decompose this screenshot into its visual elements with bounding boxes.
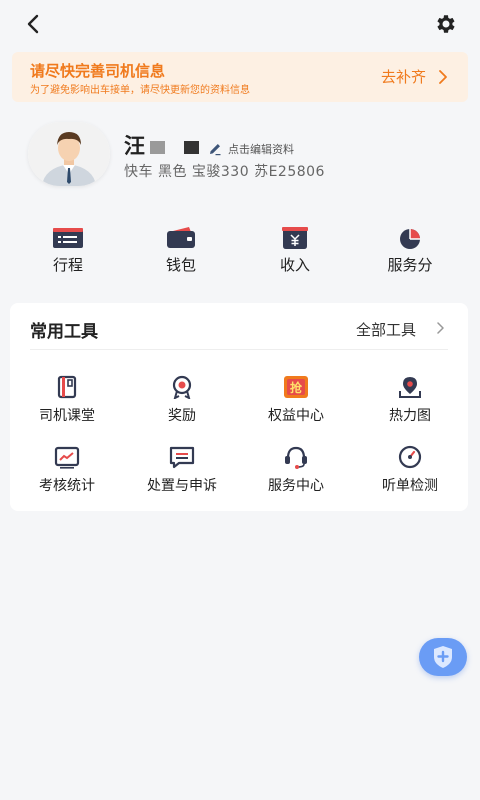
quick-action-label: 行程 (52, 256, 83, 274)
top-bar (0, 0, 480, 48)
quick-action-trips[interactable]: 行程 (28, 226, 108, 276)
shield-plus-icon (434, 646, 452, 668)
wallet-icon (167, 227, 195, 248)
tool-benefits-center[interactable]: 抢 权益中心 (241, 375, 351, 433)
tool-label: 权益中心 (268, 408, 324, 424)
grab-badge-icon: 抢 (284, 376, 308, 398)
banner-title: 请尽快完善司机信息 (30, 62, 166, 80)
tool-label: 考核统计 (39, 478, 95, 494)
quick-action-label: 服务分 (387, 256, 433, 274)
banner-subtitle: 为了避免影响出车接单，请尽快更新您的资料信息 (30, 85, 250, 96)
gauge-icon (398, 445, 422, 469)
quick-action-label: 钱包 (165, 256, 196, 274)
grab-badge-text: 抢 (290, 380, 303, 395)
pencil-icon (210, 144, 221, 156)
profile-incomplete-banner[interactable]: 请尽快完善司机信息 为了避免影响出车接单，请尽快更新您的资料信息 去补齐 (12, 52, 468, 102)
tool-heat-map[interactable]: 热力图 (355, 375, 465, 433)
common-tools-card: 常用工具 全部工具 司机课堂 奖励 抢 权益中心 热力图 考核统计 处置与申诉 … (10, 303, 468, 511)
tool-label: 服务中心 (268, 478, 324, 494)
divider (30, 349, 448, 350)
all-tools-label: 全部工具 (355, 321, 416, 339)
message-icon (169, 446, 195, 469)
complete-info-link[interactable]: 去补齐 (381, 66, 446, 87)
settings-button[interactable] (434, 12, 458, 36)
driver-surname: 汪 (124, 134, 145, 158)
tool-service-center[interactable]: 服务中心 (241, 445, 351, 503)
pie-chart-icon (400, 229, 420, 249)
tool-dispute-appeal[interactable]: 处置与申诉 (127, 445, 237, 503)
tool-label: 热力图 (389, 408, 431, 424)
chevron-left-icon (27, 14, 39, 34)
income-yen-icon (282, 227, 308, 249)
redacted-name-block (184, 141, 199, 154)
gear-icon (437, 15, 455, 33)
quick-action-label: 收入 (279, 256, 310, 274)
tool-rewards[interactable]: 奖励 (127, 375, 237, 433)
tool-order-listening-check[interactable]: 听单检测 (355, 445, 465, 503)
all-tools-link[interactable]: 全部工具 (336, 317, 446, 339)
safety-center-button[interactable] (419, 638, 467, 676)
medal-icon (172, 375, 192, 399)
tool-assessment-stats[interactable]: 考核统计 (12, 445, 122, 503)
tool-label: 奖励 (168, 408, 196, 424)
edit-profile-label: 点击编辑资料 (228, 143, 294, 156)
complete-info-label: 去补齐 (380, 68, 426, 86)
tool-label: 处置与申诉 (147, 478, 217, 494)
quick-action-service-score[interactable]: 服务分 (370, 226, 450, 276)
vehicle-info: 快车 黑色 宝骏330 苏E25806 (124, 164, 325, 180)
driver-avatar-icon (28, 122, 110, 186)
avatar[interactable] (28, 122, 110, 186)
back-button[interactable] (22, 12, 46, 36)
chevron-right-icon (439, 70, 447, 84)
quick-action-wallet[interactable]: 钱包 (141, 226, 221, 276)
tool-label: 司机课堂 (39, 408, 95, 424)
tools-title: 常用工具 (30, 322, 98, 342)
redacted-name-block (150, 141, 165, 154)
chevron-right-icon (437, 322, 444, 334)
line-chart-icon (54, 446, 80, 469)
tool-driver-class[interactable]: 司机课堂 (12, 375, 122, 433)
tool-label: 听单检测 (382, 478, 438, 494)
quick-action-income[interactable]: 收入 (255, 226, 335, 276)
book-icon (57, 375, 77, 399)
map-pin-icon (399, 377, 421, 398)
headset-icon (285, 446, 307, 469)
trip-list-icon (53, 228, 83, 248)
